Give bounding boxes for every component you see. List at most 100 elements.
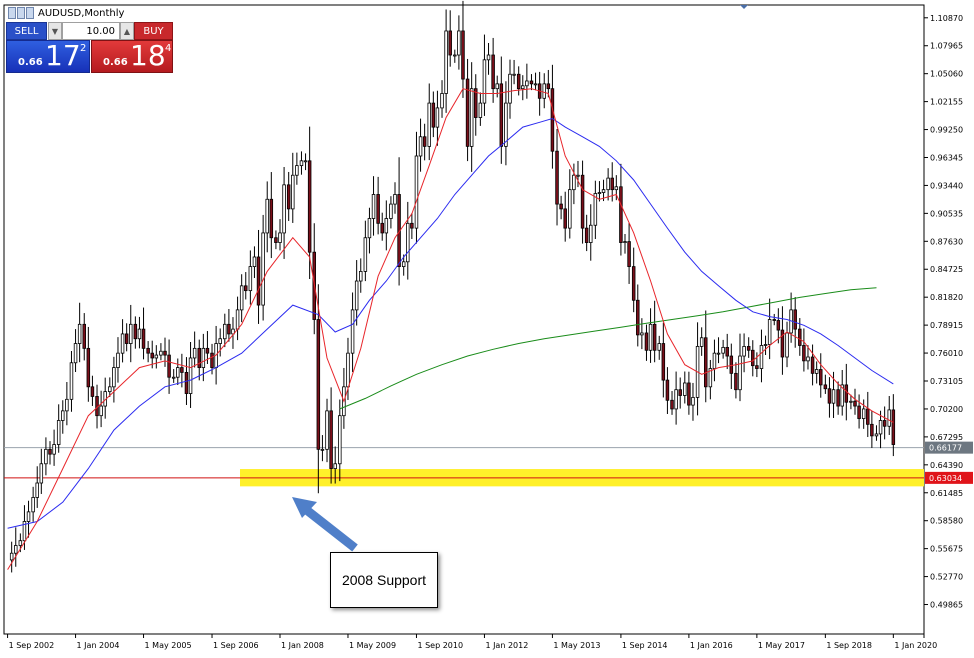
candle-bullish bbox=[371, 194, 376, 219]
lot-increase-button[interactable]: ▲ bbox=[120, 22, 134, 40]
candle-bearish bbox=[146, 347, 150, 354]
lot-size-input[interactable] bbox=[62, 22, 120, 40]
candle-bullish bbox=[414, 155, 419, 229]
candle-bearish bbox=[286, 184, 291, 210]
candle-bullish bbox=[568, 189, 572, 229]
candle-bullish bbox=[699, 337, 704, 347]
sell-button[interactable]: SELL bbox=[6, 22, 47, 40]
candle-bullish bbox=[674, 389, 678, 410]
candle-bearish bbox=[555, 150, 559, 205]
candle-bullish bbox=[597, 192, 602, 194]
y-tick-label: 0.67295 bbox=[930, 433, 963, 442]
candle-bearish bbox=[376, 194, 380, 224]
chart-window: 1.10870 1.07965 1.05060 1.02155 0.99250 0.963… bbox=[0, 0, 974, 654]
candle-bearish bbox=[150, 352, 154, 359]
candle-bullish bbox=[39, 463, 44, 484]
x-tick-label: 1 Sep 2014 bbox=[622, 641, 668, 650]
candle-bullish bbox=[814, 369, 819, 374]
candle-bearish bbox=[665, 379, 670, 401]
candle-bearish bbox=[82, 323, 86, 349]
candle-bearish bbox=[256, 256, 261, 306]
y-tick-label: 0.55675 bbox=[930, 545, 963, 554]
candle-bearish bbox=[755, 365, 759, 369]
candle-bullish bbox=[444, 30, 448, 94]
candle-bullish bbox=[320, 448, 325, 451]
candle-bullish bbox=[849, 400, 853, 403]
candle-bullish bbox=[440, 93, 444, 109]
candle-bullish bbox=[763, 344, 768, 346]
candle-bullish bbox=[785, 332, 789, 358]
candle-bearish bbox=[776, 320, 781, 331]
candle-bearish bbox=[163, 350, 167, 356]
x-tick-label: 1 May 2013 bbox=[553, 641, 600, 650]
candle-bullish bbox=[508, 73, 512, 104]
candle-bearish bbox=[729, 355, 734, 374]
y-tick-label: 1.05060 bbox=[930, 70, 963, 79]
candle-bullish bbox=[137, 328, 142, 340]
candle-bullish bbox=[759, 345, 764, 369]
x-tick-label: 1 Jan 2004 bbox=[77, 641, 120, 650]
candle-bearish bbox=[836, 389, 840, 407]
lot-decrease-button[interactable]: ▼ bbox=[48, 22, 62, 40]
candle-bearish bbox=[227, 323, 231, 335]
candle-bullish bbox=[469, 88, 474, 147]
candle-bearish bbox=[491, 54, 495, 90]
sell-price-button[interactable]: 0.66 17 2 bbox=[6, 40, 90, 73]
price-chart[interactable]: 1.10870 1.07965 1.05060 1.02155 0.99250 0.963… bbox=[0, 0, 974, 654]
candle-bullish bbox=[235, 309, 240, 330]
candle-bearish bbox=[631, 266, 636, 301]
candle-bullish bbox=[806, 356, 810, 362]
candle-bearish bbox=[274, 237, 278, 243]
candle-bearish bbox=[819, 369, 823, 386]
y-tick-label: 0.70200 bbox=[930, 405, 963, 414]
candle-bullish bbox=[99, 405, 103, 417]
candle-bullish bbox=[367, 218, 372, 239]
candle-bullish bbox=[712, 352, 717, 369]
y-tick-label: 0.96345 bbox=[930, 153, 963, 162]
candle-bullish bbox=[278, 232, 282, 243]
candle-bullish bbox=[589, 224, 593, 243]
candle-bullish bbox=[261, 232, 265, 306]
chart-title-bar: AUDUSD,Monthly bbox=[8, 5, 124, 21]
candle-bearish bbox=[772, 319, 776, 321]
one-click-trading-panel: SELL ▼ ▲ BUY 0.66 17 2 0.66 18 4 bbox=[6, 22, 173, 73]
support-annotation-box[interactable]: 2008 Support bbox=[330, 552, 438, 608]
y-tick-label: 0.78915 bbox=[930, 321, 963, 330]
candle-bearish bbox=[810, 356, 815, 374]
candle-bearish bbox=[90, 386, 95, 397]
candle-bullish bbox=[878, 420, 883, 435]
candle-bullish bbox=[640, 332, 644, 336]
candle-bearish bbox=[180, 367, 184, 373]
candle-bearish bbox=[461, 30, 465, 80]
x-tick-label: 1 Sep 2010 bbox=[417, 641, 463, 650]
candle-bearish bbox=[550, 88, 555, 152]
candle-bullish bbox=[303, 160, 308, 163]
candle-bullish bbox=[354, 280, 359, 311]
candle-bullish bbox=[9, 552, 14, 561]
candle-bullish bbox=[363, 237, 368, 272]
chart-window-icon bbox=[8, 7, 34, 19]
candle-bearish bbox=[644, 332, 649, 351]
buy-button[interactable]: BUY bbox=[134, 22, 173, 40]
candle-bearish bbox=[793, 309, 797, 330]
candle-bullish bbox=[338, 415, 342, 465]
candle-bullish bbox=[218, 338, 222, 344]
x-tick-label: 1 Sep 2002 bbox=[9, 641, 55, 650]
candle-bullish bbox=[576, 174, 580, 177]
candle-bearish bbox=[580, 174, 585, 229]
candle-bullish bbox=[44, 448, 48, 465]
candle-bearish bbox=[866, 408, 870, 425]
sell-price-fraction: 2 bbox=[80, 43, 87, 54]
candle-bearish bbox=[823, 384, 828, 390]
candle-bullish bbox=[504, 102, 508, 147]
candle-bearish bbox=[316, 319, 321, 450]
candle-bearish bbox=[725, 346, 729, 357]
candle-bearish bbox=[465, 78, 470, 147]
candle-bullish bbox=[457, 30, 461, 56]
candle-bullish bbox=[742, 346, 746, 357]
buy-price-button[interactable]: 0.66 18 4 bbox=[91, 40, 173, 73]
x-tick-label: 1 May 2005 bbox=[145, 641, 192, 650]
candle-bullish bbox=[69, 362, 74, 400]
candle-bullish bbox=[65, 398, 69, 412]
y-tick-label: 0.81820 bbox=[930, 293, 963, 302]
